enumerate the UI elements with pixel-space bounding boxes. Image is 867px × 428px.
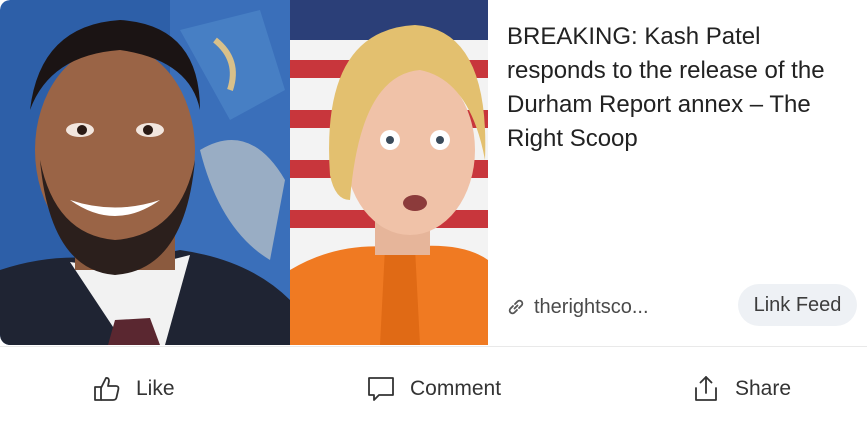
post-headline[interactable]: BREAKING: Kash Patel responds to the rel… [507, 20, 852, 156]
link-feed-badge[interactable]: Link Feed [738, 284, 857, 326]
like-label: Like [136, 377, 175, 400]
link-icon [506, 297, 526, 317]
share-button[interactable]: Share [691, 369, 791, 409]
thumbs-up-icon [92, 374, 122, 404]
source-domain: therightsco... [534, 295, 649, 318]
share-label: Share [735, 377, 792, 400]
preview-thumbnail[interactable] [0, 0, 488, 345]
like-button[interactable]: Like [92, 369, 175, 409]
comment-bubble-icon [366, 374, 396, 404]
link-preview-card[interactable]: BREAKING: Kash Patel responds to the rel… [0, 0, 867, 345]
action-bar: Like Comment Share [0, 347, 867, 428]
comment-button[interactable]: Comment [366, 369, 501, 409]
share-icon [691, 374, 721, 404]
source-link[interactable]: therightsco... [506, 294, 649, 320]
comment-label: Comment [410, 377, 502, 400]
thumbnail-image [0, 0, 488, 345]
